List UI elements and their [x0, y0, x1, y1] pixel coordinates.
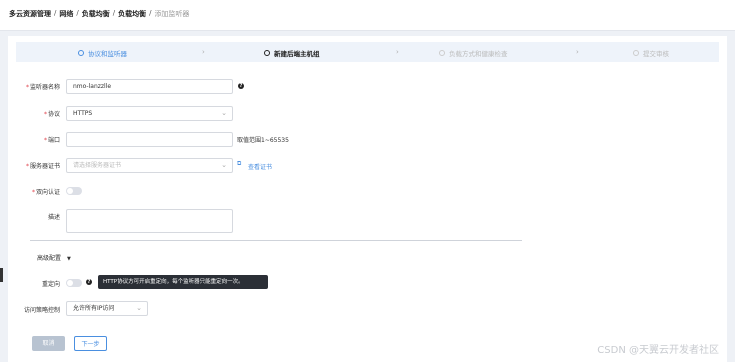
- section-divider: [30, 240, 522, 241]
- copy-icon[interactable]: ⧉: [237, 160, 241, 168]
- step-submit-review: 提交审核: [633, 48, 669, 58]
- step-circle-icon: [439, 50, 445, 56]
- breadcrumb-item-network[interactable]: 网络: [59, 9, 73, 19]
- breadcrumb-item-cloud[interactable]: 多云资源管理: [9, 9, 51, 19]
- form-card: 协议和监听器 › 新建后端主机组 › 负载方式和健康检查 › 提交审核 *监听器…: [8, 36, 727, 362]
- side-scroll-handle[interactable]: [0, 268, 3, 282]
- chevron-down-icon: ⌄: [136, 304, 142, 312]
- listener-name-label: *监听器名称: [25, 84, 60, 91]
- breadcrumb-current: 添加监听器: [154, 10, 190, 18]
- mutual-auth-label: *双向认证: [31, 189, 60, 196]
- listener-name-input[interactable]: nmo-lanzzlle: [66, 79, 233, 94]
- chevron-right-icon: ›: [396, 48, 399, 56]
- redirect-label: 重定向: [41, 281, 60, 288]
- chevron-down-icon: ⌄: [221, 109, 227, 117]
- chevron-right-icon: ›: [202, 48, 205, 56]
- top-bar: 多云资源管理 / 网络 / 负载均衡 / 负载均衡 / 添加监听器: [0, 0, 735, 31]
- breadcrumb: 多云资源管理 / 网络 / 负载均衡 / 负载均衡 / 添加监听器: [9, 9, 190, 19]
- step-circle-icon: [78, 50, 84, 56]
- caret-down-icon: ▼: [66, 256, 71, 262]
- port-range-hint: 取值范围1~65535: [237, 137, 289, 144]
- redirect-toggle[interactable]: [66, 279, 82, 287]
- port-label: *端口: [43, 137, 60, 144]
- help-icon[interactable]: ?: [86, 279, 92, 285]
- redirect-tooltip: HTTP协议方可开启重定向，每个监听器只能重定向一次。: [98, 275, 268, 289]
- access-control-label: 访问策略控制: [23, 307, 60, 314]
- mutual-auth-toggle[interactable]: [66, 187, 82, 195]
- protocol-label: *协议: [43, 111, 60, 118]
- access-control-select[interactable]: 允许所有IP访问 ⌄: [66, 301, 148, 316]
- next-button[interactable]: 下一步: [74, 336, 107, 351]
- step-circle-icon: [633, 50, 639, 56]
- help-icon[interactable]: ?: [238, 83, 244, 89]
- step-circle-icon: [264, 50, 270, 56]
- chevron-right-icon: ›: [576, 48, 579, 56]
- watermark: CSDN @天翼云开发者社区: [597, 345, 719, 356]
- chevron-down-icon: ⌄: [221, 161, 227, 169]
- protocol-select[interactable]: HTTPS ⌄: [66, 106, 233, 121]
- breadcrumb-item-lb[interactable]: 负载均衡: [82, 9, 110, 19]
- advanced-config-toggle[interactable]: 高级配置 ▼: [37, 253, 71, 262]
- description-textarea[interactable]: [66, 209, 233, 233]
- cancel-button[interactable]: 取消: [32, 336, 65, 351]
- view-cert-link[interactable]: 查看证书: [248, 162, 272, 171]
- step-backend-group: 新建后端主机组: [264, 48, 320, 58]
- breadcrumb-item-lb-detail[interactable]: 负载均衡: [118, 9, 146, 19]
- description-label: 描述: [47, 214, 60, 221]
- step-protocol-listener: 协议和监听器: [78, 48, 127, 58]
- port-input[interactable]: [66, 132, 233, 147]
- step-health-check: 负载方式和健康检查: [439, 48, 508, 58]
- server-cert-label: *服务器证书: [25, 163, 60, 170]
- step-indicator: 协议和监听器 › 新建后端主机组 › 负载方式和健康检查 › 提交审核: [16, 42, 719, 62]
- server-cert-select[interactable]: 请选择服务器证书 ⌄: [66, 158, 233, 173]
